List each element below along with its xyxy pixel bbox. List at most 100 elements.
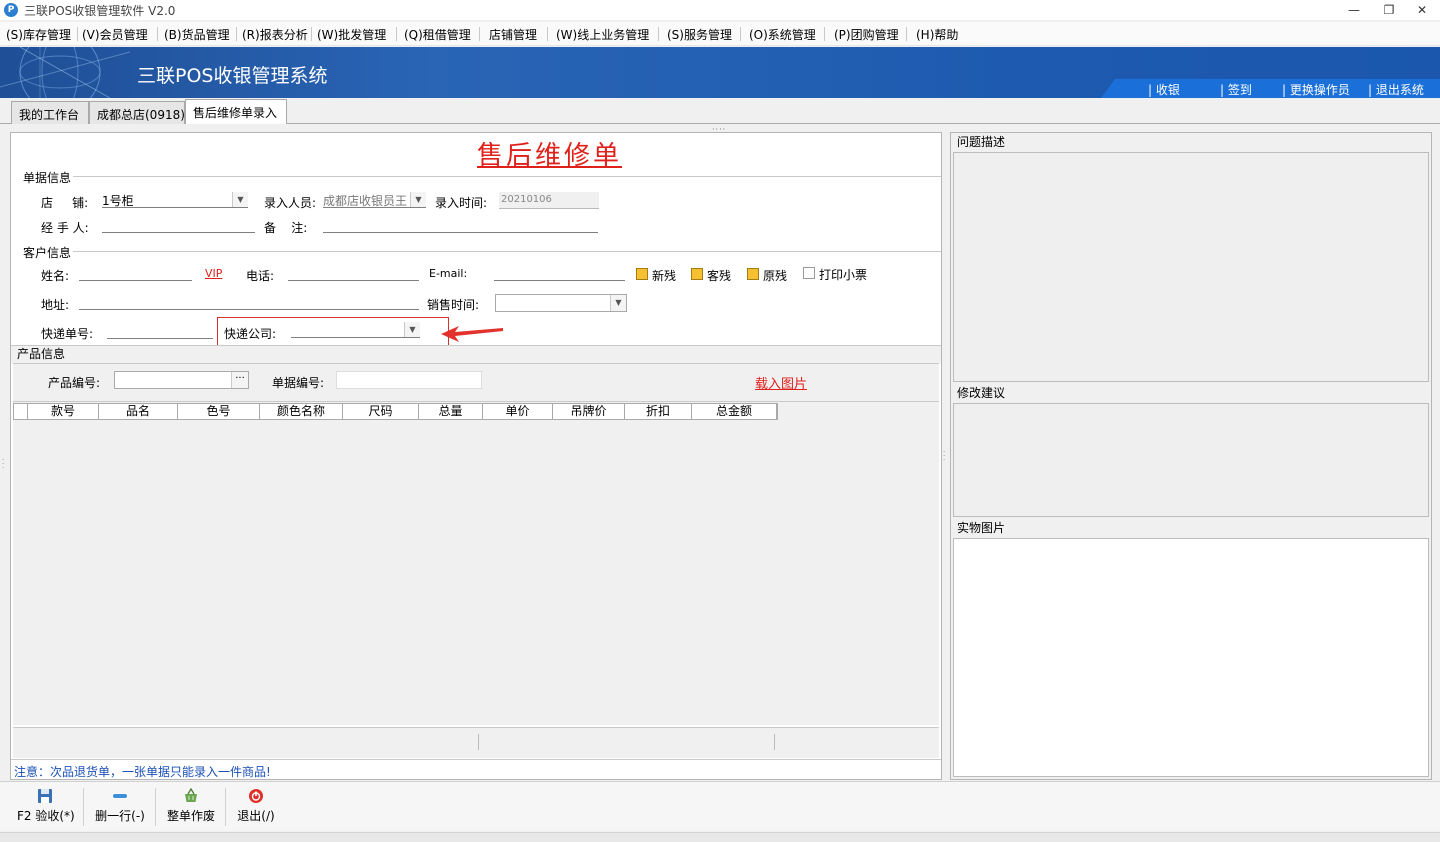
email-input[interactable] bbox=[494, 265, 625, 281]
col-product-name[interactable]: 品名 bbox=[99, 404, 178, 419]
section-customer-info: 客户信息 bbox=[21, 244, 74, 261]
accept-button[interactable]: F2 验收(*) bbox=[17, 788, 75, 824]
problem-label: 问题描述 bbox=[957, 135, 1006, 149]
menu-member[interactable]: (V)会员管理 bbox=[82, 26, 148, 43]
col-tag-price[interactable]: 吊牌价 bbox=[553, 404, 625, 419]
vip-link[interactable]: VIP bbox=[205, 267, 222, 280]
address-input[interactable] bbox=[79, 294, 419, 310]
name-label: 姓名: bbox=[41, 269, 70, 283]
col-color-code[interactable]: 色号 bbox=[178, 404, 260, 419]
globe-graphic bbox=[0, 47, 131, 98]
col-color-name[interactable]: 颜色名称 bbox=[260, 404, 343, 419]
sale-time-select[interactable]: ▼ bbox=[495, 294, 627, 312]
original-defect-label: 原残 bbox=[763, 269, 788, 283]
handler-input[interactable] bbox=[102, 217, 255, 233]
tracking-input[interactable] bbox=[107, 323, 213, 339]
menu-reports[interactable]: (R)报表分析 bbox=[242, 26, 308, 43]
customer-defect-label: 客残 bbox=[707, 269, 732, 283]
customer-defect-checkbox[interactable] bbox=[691, 268, 703, 280]
remark-label: 备 注: bbox=[264, 221, 308, 235]
address-label: 地址: bbox=[41, 298, 70, 312]
product-code-input[interactable]: ··· bbox=[114, 371, 249, 389]
tab-aftersale-entry[interactable]: 售后维修单录入 bbox=[185, 99, 287, 124]
chevron-down-icon[interactable]: ▼ bbox=[410, 192, 426, 207]
col-total-amount[interactable]: 总金额 bbox=[692, 404, 777, 419]
new-defect-label: 新残 bbox=[652, 269, 677, 283]
original-defect-checkbox[interactable] bbox=[747, 268, 759, 280]
restore-icon[interactable]: ❐ bbox=[1375, 2, 1403, 18]
name-input[interactable] bbox=[79, 265, 192, 281]
chevron-down-icon[interactable]: ▼ bbox=[610, 295, 626, 311]
chevron-down-icon[interactable]: ▼ bbox=[404, 322, 420, 337]
close-icon[interactable]: ✕ bbox=[1408, 2, 1436, 18]
col-total-qty[interactable]: 总量 bbox=[419, 404, 483, 419]
minimize-icon[interactable]: — bbox=[1340, 2, 1368, 18]
print-receipt-checkbox[interactable] bbox=[803, 267, 815, 279]
switch-operator-link[interactable]: | 更换操作员 bbox=[1282, 81, 1350, 98]
menu-rental[interactable]: (Q)租借管理 bbox=[404, 26, 471, 43]
menu-inventory[interactable]: (S)库存管理 bbox=[6, 26, 71, 43]
store-select[interactable]: 1号柜 ▼ bbox=[102, 192, 248, 208]
remark-input[interactable] bbox=[323, 217, 598, 233]
menu-wholesale[interactable]: (W)批发管理 bbox=[317, 26, 386, 43]
entry-person-select[interactable]: 成都店收银员王 ▼ bbox=[323, 192, 426, 208]
menu-store[interactable]: 店铺管理 bbox=[489, 26, 537, 43]
void-order-button[interactable]: 整单作废 bbox=[164, 788, 218, 824]
tab-chengdu-store[interactable]: 成都总店(0918) bbox=[89, 101, 185, 124]
status-bar bbox=[0, 832, 1440, 842]
col-size[interactable]: 尺码 bbox=[343, 404, 419, 419]
col-style-no[interactable]: 款号 bbox=[28, 404, 99, 419]
sign-in-link[interactable]: | 签到 bbox=[1220, 81, 1252, 98]
delete-row-button[interactable]: 删一行(-) bbox=[92, 788, 148, 824]
problem-textarea[interactable] bbox=[953, 152, 1429, 382]
entry-time-label: 录入时间: bbox=[435, 196, 488, 210]
photo-label: 实物图片 bbox=[957, 521, 1006, 535]
handler-label: 经 手 人: bbox=[41, 221, 89, 235]
banner-title: 三联POS收银管理系统 bbox=[137, 65, 328, 87]
phone-label: 电话: bbox=[246, 269, 275, 283]
col-unit-price[interactable]: 单价 bbox=[483, 404, 553, 419]
entry-time-field: 20210106 bbox=[499, 192, 599, 209]
entry-person-label: 录入人员: bbox=[264, 196, 317, 210]
menu-service[interactable]: (S)服务管理 bbox=[667, 26, 732, 43]
courier-select[interactable]: ▼ bbox=[291, 322, 420, 338]
save-icon bbox=[38, 789, 52, 803]
exit-icon bbox=[249, 789, 263, 803]
tab-workbench[interactable]: 我的工作台 bbox=[11, 101, 89, 124]
bottom-toolbar: F2 验收(*) 删一行(-) 整单作废 退出(/) bbox=[0, 781, 1440, 831]
photo-area[interactable] bbox=[953, 538, 1429, 777]
sale-time-label: 销售时间: bbox=[427, 298, 480, 312]
side-panel: 问题描述 修改建议 实物图片 bbox=[950, 132, 1432, 780]
cashier-link[interactable]: | 收银 bbox=[1148, 81, 1180, 98]
form-panel: 售后维修单 单据信息 店 铺: 1号柜 ▼ 录入人员: 成都店收银员王 ▼ 录入… bbox=[10, 132, 942, 780]
menu-online[interactable]: (W)线上业务管理 bbox=[556, 26, 649, 43]
menu-group-buy[interactable]: (P)团购管理 bbox=[834, 26, 899, 43]
product-grid[interactable] bbox=[13, 401, 939, 725]
section-doc-info: 单据信息 bbox=[21, 169, 74, 186]
phone-input[interactable] bbox=[288, 265, 419, 281]
title-bar: P 三联POS收银管理软件 V2.0 — ❐ ✕ bbox=[0, 0, 1440, 20]
store-label: 店 铺: bbox=[41, 196, 89, 210]
left-splitter-handle[interactable]: · · · bbox=[2, 457, 6, 474]
load-image-link[interactable]: 载入图片 bbox=[755, 373, 807, 392]
notice-text: 注意：次品退货单，一张单据只能录入一件商品! bbox=[14, 765, 271, 779]
exit-system-link[interactable]: | 退出系统 bbox=[1368, 81, 1424, 98]
menu-goods[interactable]: (B)货品管理 bbox=[164, 26, 230, 43]
suggestion-label: 修改建议 bbox=[957, 386, 1006, 400]
section-product-info: 产品信息 bbox=[17, 347, 66, 361]
minus-icon bbox=[113, 794, 127, 798]
print-receipt-label: 打印小票 bbox=[819, 268, 868, 282]
grid-header: 款号 品名 色号 颜色名称 尺码 总量 单价 吊牌价 折扣 总金额 bbox=[13, 403, 778, 420]
doc-no-label: 单据编号: bbox=[272, 376, 325, 390]
chevron-down-icon[interactable]: ▼ bbox=[232, 192, 248, 207]
window-title: 三联POS收银管理软件 V2.0 bbox=[24, 4, 176, 18]
menu-system[interactable]: (O)系统管理 bbox=[749, 26, 816, 43]
doc-no-input[interactable] bbox=[336, 371, 482, 389]
center-splitter-handle[interactable]: · · · bbox=[943, 449, 947, 466]
new-defect-checkbox[interactable] bbox=[636, 268, 648, 280]
col-discount[interactable]: 折扣 bbox=[625, 404, 692, 419]
menu-help[interactable]: (H)帮助 bbox=[916, 26, 958, 43]
exit-button[interactable]: 退出(/) bbox=[232, 788, 280, 824]
more-icon[interactable]: ··· bbox=[231, 372, 248, 388]
suggestion-textarea[interactable] bbox=[953, 403, 1429, 517]
